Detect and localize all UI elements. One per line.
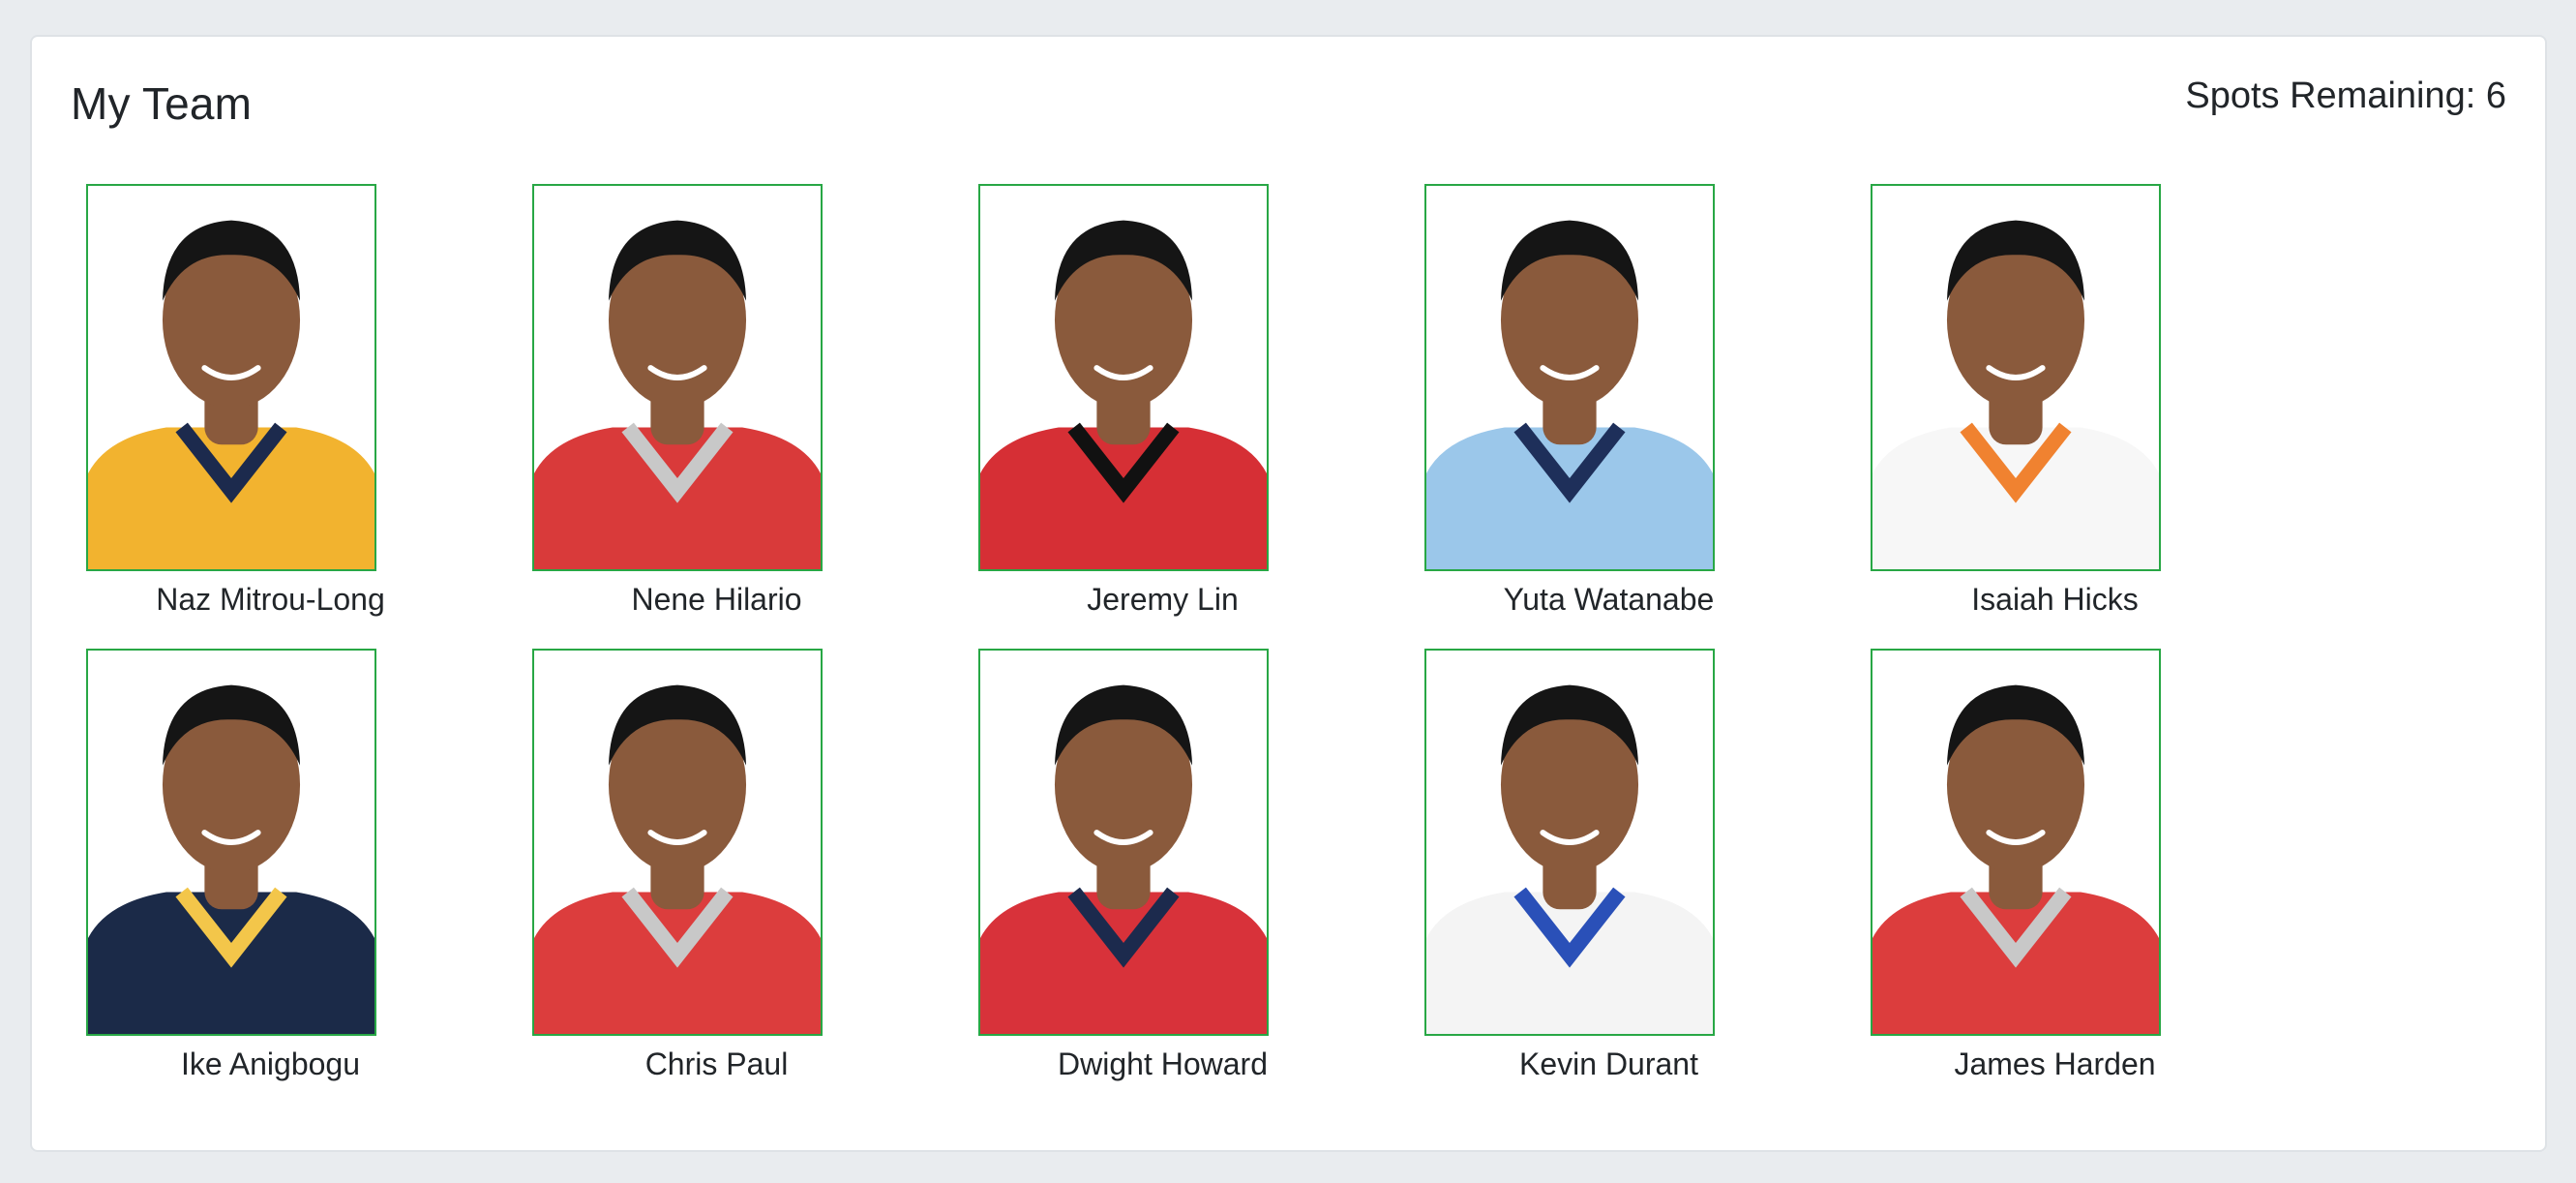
player-headshot bbox=[88, 220, 374, 569]
player-headshot bbox=[1426, 220, 1713, 569]
player-card[interactable]: Kevin Durant bbox=[1424, 649, 1871, 1081]
player-name: Kevin Durant bbox=[1519, 1046, 1698, 1081]
player-card[interactable]: Dwight Howard bbox=[978, 649, 1424, 1081]
player-headshot bbox=[534, 684, 821, 1034]
player-card[interactable]: Naz Mitrou-Long bbox=[86, 184, 532, 617]
player-name: Dwight Howard bbox=[1058, 1046, 1268, 1081]
player-photo[interactable] bbox=[1871, 649, 2161, 1036]
player-headshot bbox=[1426, 684, 1713, 1034]
player-photo[interactable] bbox=[978, 649, 1269, 1036]
player-photo[interactable] bbox=[1871, 184, 2161, 571]
my-team-card: My Team Spots Remaining: 6 Naz Mitrou-Lo… bbox=[30, 35, 2547, 1152]
player-photo[interactable] bbox=[1424, 649, 1715, 1036]
player-card[interactable]: James Harden bbox=[1871, 649, 2317, 1081]
player-headshot bbox=[88, 684, 374, 1034]
player-card[interactable]: Jeremy Lin bbox=[978, 184, 1424, 617]
player-name: Nene Hilario bbox=[631, 582, 802, 617]
player-name: James Harden bbox=[1954, 1046, 2156, 1081]
player-photo[interactable] bbox=[1424, 184, 1715, 571]
player-card[interactable]: Isaiah Hicks bbox=[1871, 184, 2317, 617]
player-name: Ike Anigbogu bbox=[180, 1046, 361, 1081]
player-headshot bbox=[1872, 684, 2159, 1034]
player-photo[interactable] bbox=[532, 649, 823, 1036]
player-photo[interactable] bbox=[86, 649, 376, 1036]
player-card[interactable]: Yuta Watanabe bbox=[1424, 184, 1871, 617]
page-title: My Team bbox=[71, 78, 253, 129]
player-photo[interactable] bbox=[532, 184, 823, 571]
player-name: Jeremy Lin bbox=[1087, 582, 1239, 617]
player-headshot bbox=[980, 220, 1267, 569]
player-card[interactable]: Ike Anigbogu bbox=[86, 649, 532, 1081]
player-headshot bbox=[980, 684, 1267, 1034]
player-photo[interactable] bbox=[86, 184, 376, 571]
player-headshot bbox=[534, 220, 821, 569]
player-photo[interactable] bbox=[978, 184, 1269, 571]
player-name: Isaiah Hicks bbox=[1971, 582, 2139, 617]
spots-remaining: Spots Remaining: 6 bbox=[2185, 76, 2506, 116]
player-name: Naz Mitrou-Long bbox=[156, 582, 385, 617]
player-name: Chris Paul bbox=[644, 1046, 789, 1081]
player-card[interactable]: Chris Paul bbox=[532, 649, 978, 1081]
player-card[interactable]: Nene Hilario bbox=[532, 184, 978, 617]
player-name: Yuta Watanabe bbox=[1503, 582, 1715, 617]
player-headshot bbox=[1872, 220, 2159, 569]
player-grid: Naz Mitrou-Long Nene Hilario Jeremy Lin … bbox=[86, 184, 2317, 1081]
